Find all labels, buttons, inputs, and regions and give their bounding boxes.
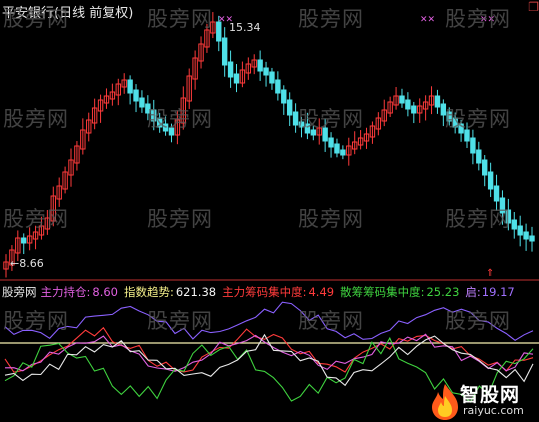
indicator-prefix: 股旁网: [2, 285, 37, 299]
watermark: 股旁网: [298, 7, 364, 31]
candlestick: [281, 89, 287, 104]
index-trend-value: 621.38: [175, 285, 217, 299]
candlestick: [487, 171, 494, 190]
candlestick: [476, 149, 482, 164]
logo-url: raiyuc.com: [463, 404, 524, 417]
candlestick: [470, 137, 476, 154]
start-value: 19.17: [481, 285, 515, 299]
candlestick: [399, 95, 405, 104]
low-price-value: 8.66: [19, 257, 44, 270]
candlestick: [340, 149, 346, 156]
signal-arrow: ⇑: [486, 268, 494, 279]
candlestick: [127, 79, 133, 94]
square-pattern-icon[interactable]: ❐: [528, 0, 539, 14]
candlestick: [21, 237, 27, 244]
candlestick: [517, 225, 523, 236]
logo-name: 智股网: [460, 384, 521, 406]
main-position-label: 主力持仓:: [40, 285, 91, 299]
candlestick: [275, 79, 281, 94]
watermark: 股旁网: [3, 309, 69, 333]
indicator-line-main-position: [4, 333, 534, 372]
site-logo: 智股网 raiyuc.com: [428, 380, 538, 422]
candlestick: [133, 89, 139, 102]
start-label: 启:: [465, 285, 481, 299]
low-price-label: ←8.66: [10, 257, 44, 270]
watermark: 股旁网: [445, 207, 511, 231]
indicator-line-index-trend: [4, 333, 534, 387]
watermark: 股旁网: [445, 107, 511, 131]
watermark: 股旁网: [3, 7, 69, 31]
candlestick: [269, 71, 275, 84]
watermark: 股旁网: [298, 107, 364, 131]
candlestick: [257, 59, 263, 72]
watermark: 股旁网: [147, 207, 213, 231]
main-chip-label: 主力筹码集中度:: [222, 285, 307, 299]
candlestick: [411, 105, 417, 114]
stock-chart-window: { "header": { "title": "平安银行(日线 前复权)", "…: [0, 0, 539, 422]
watermark: 股旁网: [147, 309, 213, 333]
watermark: 股旁网: [298, 309, 364, 333]
retail-chip-value: 25.23: [426, 285, 460, 299]
watermark: 股旁网: [3, 107, 69, 131]
candlestick: [227, 61, 234, 78]
watermark: 股旁网: [147, 107, 213, 131]
candlestick: [511, 219, 517, 230]
retail-chip-label: 散筹筹码集中度:: [340, 285, 425, 299]
watermark: 股旁网: [298, 207, 364, 231]
candlestick: [328, 137, 334, 148]
candlestick: [482, 159, 488, 176]
top-marker: ✕✕: [420, 15, 435, 25]
candlestick: [263, 67, 269, 76]
main-chip-value: 4.49: [308, 285, 335, 299]
watermark: 股旁网: [147, 7, 213, 31]
watermark: 股旁网: [445, 7, 511, 31]
index-trend-label: 指数趋势:: [123, 285, 174, 299]
watermark: 股旁网: [445, 309, 511, 333]
candlestick: [493, 185, 500, 202]
watermark: 股旁网: [3, 207, 69, 231]
candlestick: [286, 99, 293, 116]
candlestick: [233, 73, 240, 84]
indicator-bar: 股旁网 主力持仓: 8.60 指数趋势: 621.38 主力筹码集中度: 4.49 散筹筹码集…: [2, 284, 521, 300]
candlestick: [405, 99, 411, 110]
candlestick: [139, 97, 145, 108]
flame-icon: [432, 384, 458, 420]
candlestick: [529, 235, 535, 242]
candlestick: [523, 231, 529, 240]
candlestick: [221, 37, 228, 66]
high-price-label: 15.34: [229, 21, 261, 34]
candlestick: [434, 95, 441, 108]
main-position-value: 8.60: [92, 285, 118, 299]
candlestick: [334, 143, 340, 154]
